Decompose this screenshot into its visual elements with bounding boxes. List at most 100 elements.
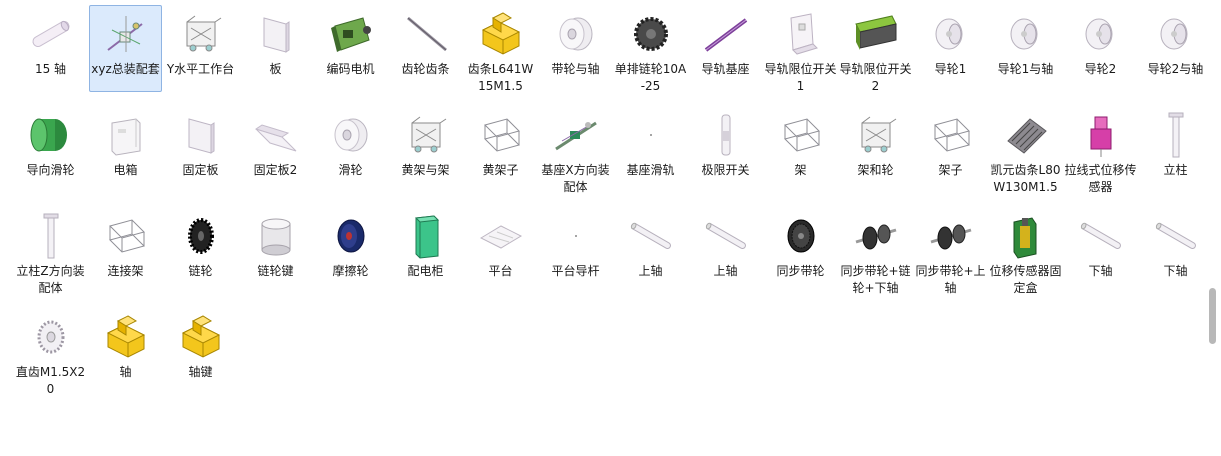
file-item[interactable]: 15 轴	[14, 5, 87, 106]
file-name-label: 立柱	[1163, 163, 1188, 177]
file-item[interactable]: 位移传感器固定盒	[989, 207, 1062, 308]
plate-icon	[252, 10, 300, 58]
cabinet-icon	[402, 212, 450, 260]
file-item[interactable]: 立柱	[1139, 106, 1212, 207]
file-name-label: 平台	[488, 264, 513, 278]
file-item[interactable]: 齿轮齿条	[389, 5, 462, 106]
file-item[interactable]: 导轮1与轴	[989, 5, 1062, 106]
file-name-label: 基座X方向装配体	[541, 163, 610, 194]
vertical-scrollbar[interactable]	[1204, 0, 1221, 456]
file-item[interactable]: 导轮2与轴	[1139, 5, 1212, 106]
file-item[interactable]: 极限开关	[689, 106, 762, 207]
file-name-label: 导轮2与轴	[1147, 62, 1204, 76]
green-bracket-icon	[852, 10, 900, 58]
file-item[interactable]: 架子	[914, 106, 987, 207]
file-item[interactable]: 拉线式位移传感器	[1064, 106, 1137, 207]
frame-icon	[102, 212, 150, 260]
file-name-label: 立柱Z方向装配体	[16, 264, 85, 295]
file-item[interactable]: 基座滑轨	[614, 106, 687, 207]
file-item[interactable]: 导轨限位开关1	[764, 5, 837, 106]
file-item[interactable]: 同步带轮+链轮+下轴	[839, 207, 912, 308]
file-item[interactable]: 导向滑轮	[14, 106, 87, 207]
file-item[interactable]: 上轴	[614, 207, 687, 308]
file-name-label: 齿轮齿条	[401, 62, 450, 76]
generic-part-icon	[102, 313, 150, 361]
file-item[interactable]: 导轮2	[1064, 5, 1137, 106]
file-item[interactable]: 同步带轮	[764, 207, 837, 308]
file-item[interactable]: 滑轮	[314, 106, 387, 207]
file-item[interactable]: 带轮与轴	[539, 5, 612, 106]
shaft-icon	[1152, 212, 1200, 260]
file-icon-grid: 15 轴 xyz总装配套 Y水平工作台 板 编码电机 齿轮齿条 齿条L641W15M1.5 带…	[14, 5, 1204, 409]
file-item[interactable]: 板	[239, 5, 312, 106]
file-item[interactable]: 导轨限位开关2	[839, 5, 912, 106]
frame-assembly-icon	[177, 10, 225, 58]
file-item[interactable]: 摩擦轮	[314, 207, 387, 308]
file-item[interactable]: 轴键	[164, 308, 237, 409]
file-name-label: 架和轮	[857, 163, 894, 177]
file-item[interactable]: 电箱	[89, 106, 162, 207]
file-item[interactable]: 下轴	[1064, 207, 1137, 308]
file-item[interactable]: 链轮	[164, 207, 237, 308]
file-item[interactable]: 编码电机	[314, 5, 387, 106]
shaft-part-icon	[27, 10, 75, 58]
rod-icon	[402, 10, 450, 58]
file-name-label: 平台导杆	[551, 264, 600, 278]
file-name-label: 导轮1	[934, 62, 967, 76]
switch-icon	[702, 111, 750, 159]
file-item[interactable]: xyz总装配套	[89, 5, 162, 92]
pulley-assembly-icon	[927, 212, 975, 260]
frame-icon	[927, 111, 975, 159]
file-item[interactable]: 平台	[464, 207, 537, 308]
file-item[interactable]: 直齿M1.5X20	[14, 308, 87, 409]
file-name-label: 极限开关	[701, 163, 750, 177]
file-item[interactable]: 导轮1	[914, 5, 987, 106]
file-item[interactable]: 立柱Z方向装配体	[14, 207, 87, 308]
file-item[interactable]: 单排链轮10A-25	[614, 5, 687, 106]
file-name-label: 轴键	[188, 365, 213, 379]
file-item[interactable]: 固定板2	[239, 106, 312, 207]
file-item[interactable]: 凯元齿条L80W130M1.5	[989, 106, 1062, 207]
file-item[interactable]: 连接架	[89, 207, 162, 308]
file-item[interactable]: 基座X方向装配体	[539, 106, 612, 207]
sensor-icon	[1077, 111, 1125, 159]
file-item[interactable]: 平台导杆	[539, 207, 612, 308]
file-item[interactable]: 黄架与架	[389, 106, 462, 207]
file-name-label: 架子	[938, 163, 963, 177]
file-item[interactable]: 下轴	[1139, 207, 1212, 308]
file-item[interactable]: 架和轮	[839, 106, 912, 207]
file-name-label: 导轨基座	[701, 62, 750, 76]
file-name-label: 下轴	[1088, 264, 1113, 278]
file-item[interactable]: 链轮键	[239, 207, 312, 308]
pulley-assembly-icon	[852, 212, 900, 260]
file-name-label: 15 轴	[34, 62, 67, 76]
scrollbar-thumb[interactable]	[1209, 288, 1216, 344]
file-item[interactable]: 轴	[89, 308, 162, 409]
file-name-label: 上轴	[638, 264, 663, 278]
tiny-dot-icon	[552, 212, 600, 260]
plate-icon	[177, 111, 225, 159]
file-item[interactable]: Y水平工作台	[164, 5, 237, 106]
file-item[interactable]: 配电柜	[389, 207, 462, 308]
column-icon	[1152, 111, 1200, 159]
file-name-label: 同步带轮+上轴	[915, 264, 986, 295]
cylinder-icon	[252, 212, 300, 260]
file-name-label: 滑轮	[338, 163, 363, 177]
shaft-icon	[702, 212, 750, 260]
wheel-icon	[1002, 10, 1050, 58]
file-item[interactable]: 齿条L641W15M1.5	[464, 5, 537, 106]
file-name-label: 配电柜	[407, 264, 444, 278]
file-item[interactable]: 架	[764, 106, 837, 207]
file-name-label: 同步带轮	[776, 264, 825, 278]
file-item[interactable]: 上轴	[689, 207, 762, 308]
file-item[interactable]: 黄架子	[464, 106, 537, 207]
file-item[interactable]: 固定板	[164, 106, 237, 207]
file-item[interactable]: 同步带轮+上轴	[914, 207, 987, 308]
shaft-icon	[1077, 212, 1125, 260]
spur-gear-icon	[27, 313, 75, 361]
file-name-label: 齿条L641W15M1.5	[467, 62, 534, 93]
generic-part-icon	[177, 313, 225, 361]
file-item[interactable]: 导轨基座	[689, 5, 762, 106]
rail-icon	[702, 10, 750, 58]
box-icon	[102, 111, 150, 159]
